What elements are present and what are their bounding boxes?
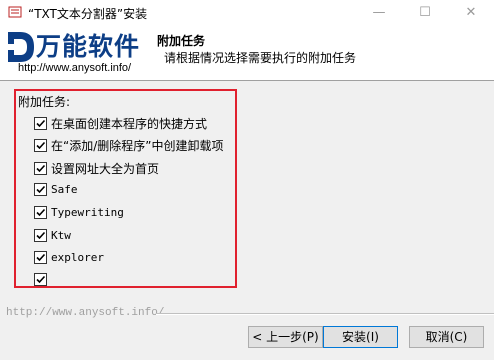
task-checkbox-desktop-shortcut[interactable]: 在桌面创建本程序的快捷方式 xyxy=(34,115,207,131)
cancel-button[interactable]: 取消(C) xyxy=(409,326,484,348)
back-button[interactable]: < 上一步(P) xyxy=(248,326,323,348)
checkbox-checked-icon[interactable] xyxy=(34,162,47,175)
checkbox-checked-icon[interactable] xyxy=(34,139,47,152)
brand-logo: 万能软件 http://www.anysoft.info/ xyxy=(6,30,156,78)
task-label: Typewriting xyxy=(51,206,124,219)
checkbox-checked-icon[interactable] xyxy=(34,251,47,264)
footer-url: http://www.anysoft.info/ xyxy=(6,307,165,319)
logo-url: http://www.anysoft.info/ xyxy=(18,62,132,74)
anysoft-logo-icon xyxy=(6,32,34,62)
checkbox-checked-icon[interactable] xyxy=(34,273,47,286)
task-checkbox-uninstall-entry[interactable]: 在“添加/删除程序”中创建卸载项 xyxy=(34,137,223,153)
checkbox-checked-icon[interactable] xyxy=(34,229,47,242)
task-label: 在桌面创建本程序的快捷方式 xyxy=(51,117,208,131)
install-button[interactable]: 安装(I) xyxy=(323,326,398,348)
task-label: Safe xyxy=(51,183,78,196)
maximize-button[interactable]: ☐ xyxy=(402,0,448,26)
title-bar: “TXT文本分割器”安装 — ☐ ✕ xyxy=(0,0,494,26)
footer-divider xyxy=(156,313,494,315)
checkbox-checked-icon[interactable] xyxy=(34,206,47,219)
minimize-button[interactable]: — xyxy=(356,0,402,26)
task-checkbox-typewriting[interactable]: Typewriting xyxy=(34,205,124,221)
task-checkbox-homepage[interactable]: 设置网址大全为首页 xyxy=(34,160,159,176)
page-subtitle: 请根据情况选择需要执行的附加任务 xyxy=(164,51,357,65)
installer-icon xyxy=(8,6,22,18)
task-label: Ktw xyxy=(51,229,71,242)
wizard-header: 万能软件 http://www.anysoft.info/ 附加任务 请根据情况… xyxy=(0,26,494,81)
task-checkbox-unlabeled[interactable] xyxy=(34,272,51,288)
checkbox-checked-icon[interactable] xyxy=(34,183,47,196)
task-checkbox-ktw[interactable]: Ktw xyxy=(34,228,71,244)
task-checkbox-safe[interactable]: Safe xyxy=(34,182,78,198)
checkbox-checked-icon[interactable] xyxy=(34,117,47,130)
page-title: 附加任务 xyxy=(157,34,206,48)
close-button[interactable]: ✕ xyxy=(448,0,494,26)
task-label: 在“添加/删除程序”中创建卸载项 xyxy=(51,139,224,153)
window-title: “TXT文本分割器”安装 xyxy=(28,7,148,21)
logo-text: 万能软件 xyxy=(36,32,141,61)
task-label: explorer xyxy=(51,251,104,264)
tasks-group-label: 附加任务: xyxy=(18,95,71,109)
task-checkbox-explorer[interactable]: explorer xyxy=(34,250,104,266)
task-label: 设置网址大全为首页 xyxy=(51,162,160,176)
